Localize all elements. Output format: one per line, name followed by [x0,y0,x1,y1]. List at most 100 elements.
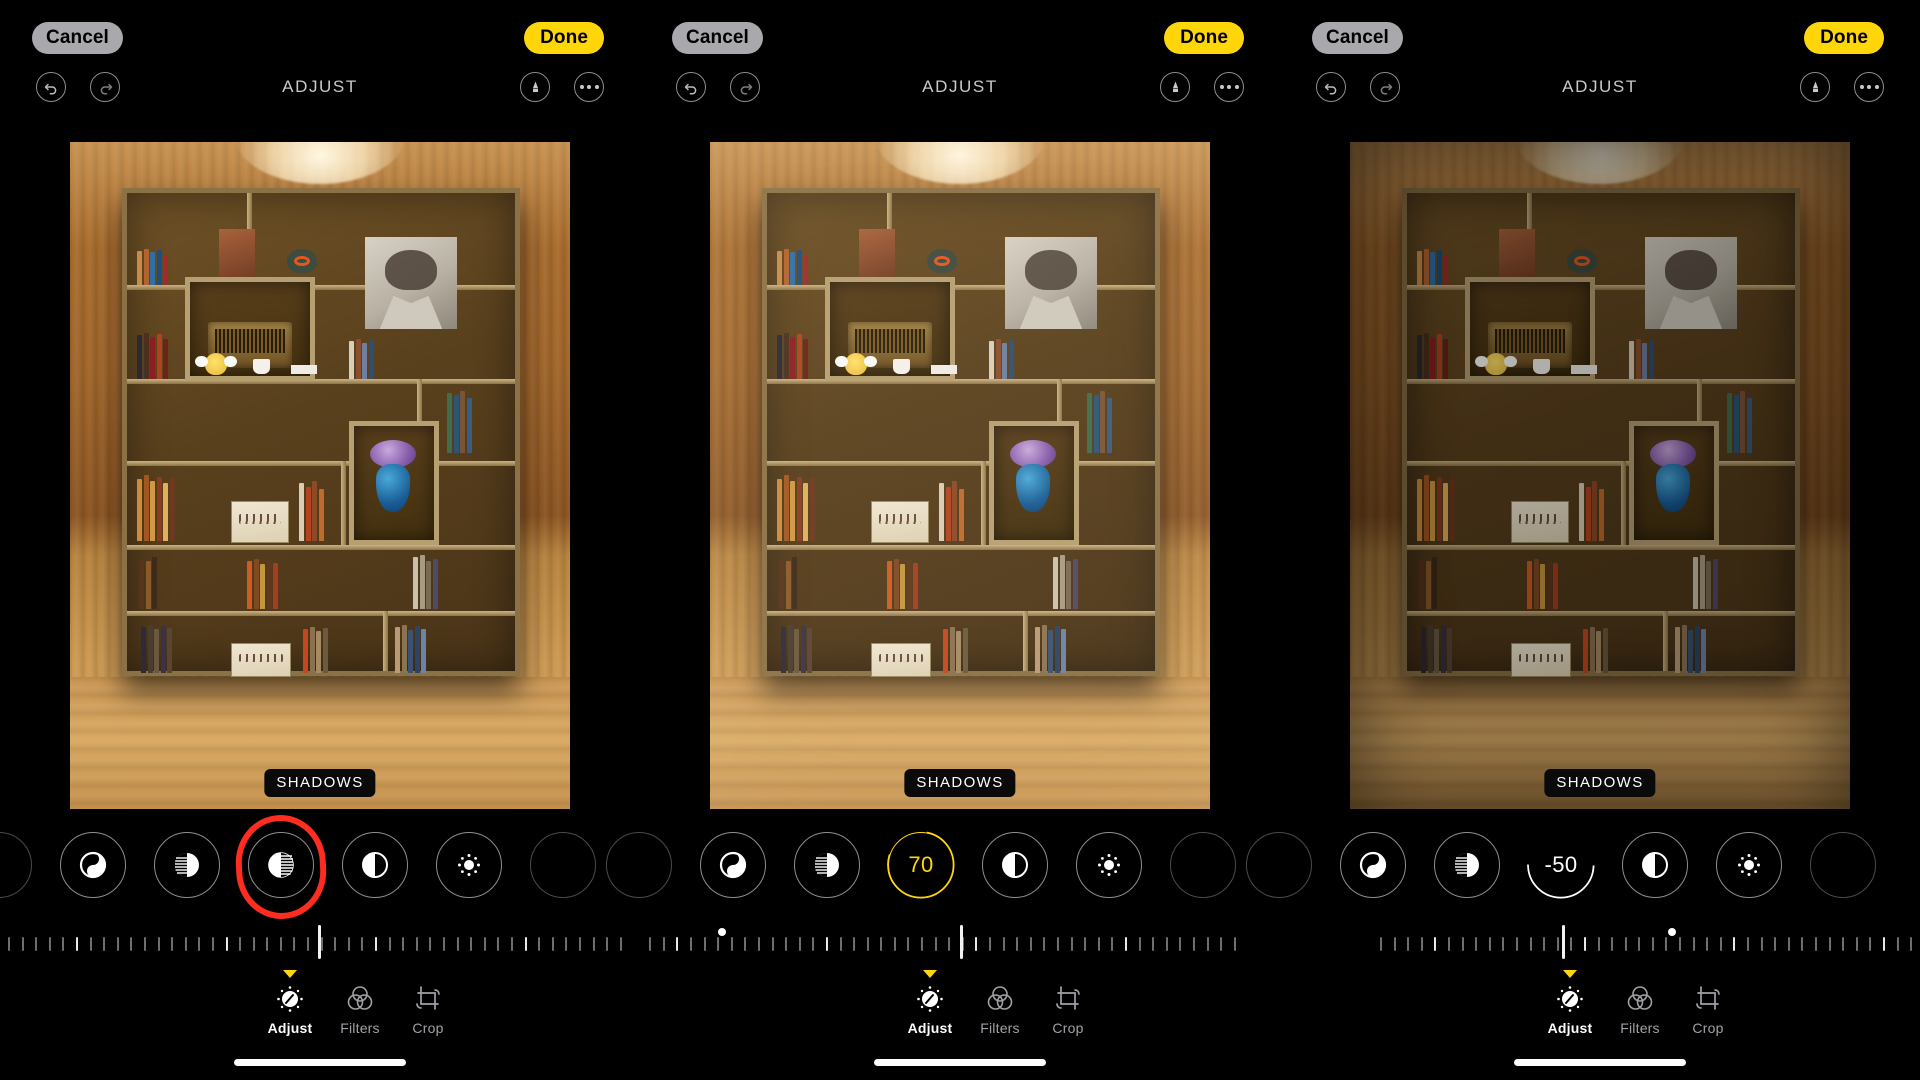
vintage-clock [927,249,957,273]
teacup [253,359,270,374]
done-button[interactable]: Done [524,22,604,54]
tab-crop-label: Crop [412,1020,444,1036]
adjustment-dial-row-1 [0,812,640,922]
book-row-bottom-right [395,625,426,673]
value-slider-ruler-3[interactable] [1280,925,1920,959]
markup-pen-icon[interactable] [1800,72,1830,102]
done-button[interactable]: Done [1164,22,1244,54]
teacup [893,359,910,374]
vase-niche [1629,421,1719,545]
book-row-bottom-mid [943,627,968,673]
slider-needle[interactable] [960,925,963,959]
dial-shadows[interactable] [248,832,314,898]
dial-shadows-value[interactable]: -50 [1527,831,1595,899]
dial-contrast[interactable] [1622,832,1688,898]
photo-preview-area: SHADOWS [0,142,640,809]
slider-needle[interactable] [318,925,321,959]
calligraphy-frame-1 [1511,501,1569,543]
cancel-button[interactable]: Cancel [32,22,123,54]
slider-origin-dot [1668,928,1676,936]
owl-figurine [835,353,877,375]
tab-crop[interactable]: Crop [373,982,483,1036]
dial-contrast[interactable] [342,832,408,898]
editor-tabbar-1: Adjust Filters Crop [0,970,640,1052]
tab-crop-label: Crop [1052,1020,1084,1036]
cancel-button[interactable]: Cancel [672,22,763,54]
man-portrait-photo [365,237,457,329]
dial-brilliance[interactable] [794,832,860,898]
edited-photo[interactable]: SHADOWS [70,142,570,809]
book-row-bottom-left [141,625,172,673]
crop-rotate-icon [373,982,483,1016]
dial-exposure[interactable] [1340,832,1406,898]
dial-exposure[interactable] [700,832,766,898]
book-row-shelf4-mid [887,559,918,609]
book-row-bottom-left [1421,625,1452,673]
book-row-mid-right [1629,339,1654,379]
book-row-mid-left [137,333,168,379]
more-options-icon[interactable] [1214,72,1244,102]
cancel-button[interactable]: Cancel [1312,22,1403,54]
slider-needle[interactable] [1562,925,1565,959]
dial-black-point-partial[interactable] [530,832,596,898]
bookshelf-diorama [1402,188,1800,677]
book-row-mid-right [349,339,374,379]
done-button[interactable]: Done [1804,22,1884,54]
active-tab-caret-icon [923,970,937,978]
adjustment-name-badge: SHADOWS [1544,769,1656,797]
more-options-icon[interactable] [574,72,604,102]
tab-crop[interactable]: Crop [1653,982,1763,1036]
eyeglasses [291,365,317,374]
home-indicator [234,1059,406,1066]
edited-photo[interactable]: SHADOWS [1350,142,1850,809]
owl-figurine [195,353,237,375]
dial-brilliance[interactable] [1434,832,1500,898]
editor-panel-3: Cancel Done ADJUST SHADOWS -50 Adjust Fi… [1246,0,1920,1080]
dial-brilliance[interactable] [154,832,220,898]
book-row-mid-right [989,339,1014,379]
editor-panel-1: Cancel Done ADJUST SHADOWS Adjust Filter… [0,0,640,1080]
eyeglasses [931,365,957,374]
book-row-lower-mid [299,481,324,541]
eyeglasses [1571,365,1597,374]
book-row-top-left [777,249,808,285]
more-options-icon[interactable] [1854,72,1884,102]
home-indicator [1514,1059,1686,1066]
book-row-mid-left [1417,333,1448,379]
book-row-right-tall [447,391,472,453]
blue-vase [1656,464,1690,512]
edited-photo[interactable]: SHADOWS [710,142,1210,809]
dial-brilliance-partial[interactable] [606,832,672,898]
book-row-shelf4-mid [1527,559,1558,609]
dial-black-point-partial[interactable] [1810,832,1876,898]
dial-brightness[interactable] [1076,832,1142,898]
book-row-bottom-mid [303,627,328,673]
dial-brightness[interactable] [436,832,502,898]
dial-contrast[interactable] [982,832,1048,898]
book-row-shelf4-right [1053,555,1078,609]
markup-pen-icon[interactable] [1160,72,1190,102]
tab-crop[interactable]: Crop [1013,982,1123,1036]
dial-brilliance-partial[interactable] [1246,832,1312,898]
dial-black-point-partial[interactable] [1170,832,1236,898]
book-row-lower-mid [1579,481,1604,541]
book-row-lower-left [777,475,815,541]
dial-exposure[interactable] [60,832,126,898]
value-slider-ruler-2[interactable] [640,925,1280,959]
book-row-top-left [1417,249,1448,285]
book-row-top-left [137,249,168,285]
vase-niche [989,421,1079,545]
dial-shadows-value[interactable]: 70 [887,831,955,899]
bookshelf-diorama [122,188,520,677]
adjustment-dial-row-3: -50 [1246,831,1920,918]
editor-topbar: Cancel Done ADJUST [640,0,1280,112]
editor-topbar: Cancel Done ADJUST [1280,0,1920,112]
teacup [1533,359,1550,374]
dial-brightness[interactable] [1716,832,1782,898]
value-slider-ruler-1[interactable] [0,925,640,959]
markup-pen-icon[interactable] [520,72,550,102]
dial-brilliance-partial[interactable] [0,832,32,898]
blue-vase [1016,464,1050,512]
book-row-shelf4-left [779,557,797,609]
photo-preview-area: SHADOWS [1280,142,1920,809]
